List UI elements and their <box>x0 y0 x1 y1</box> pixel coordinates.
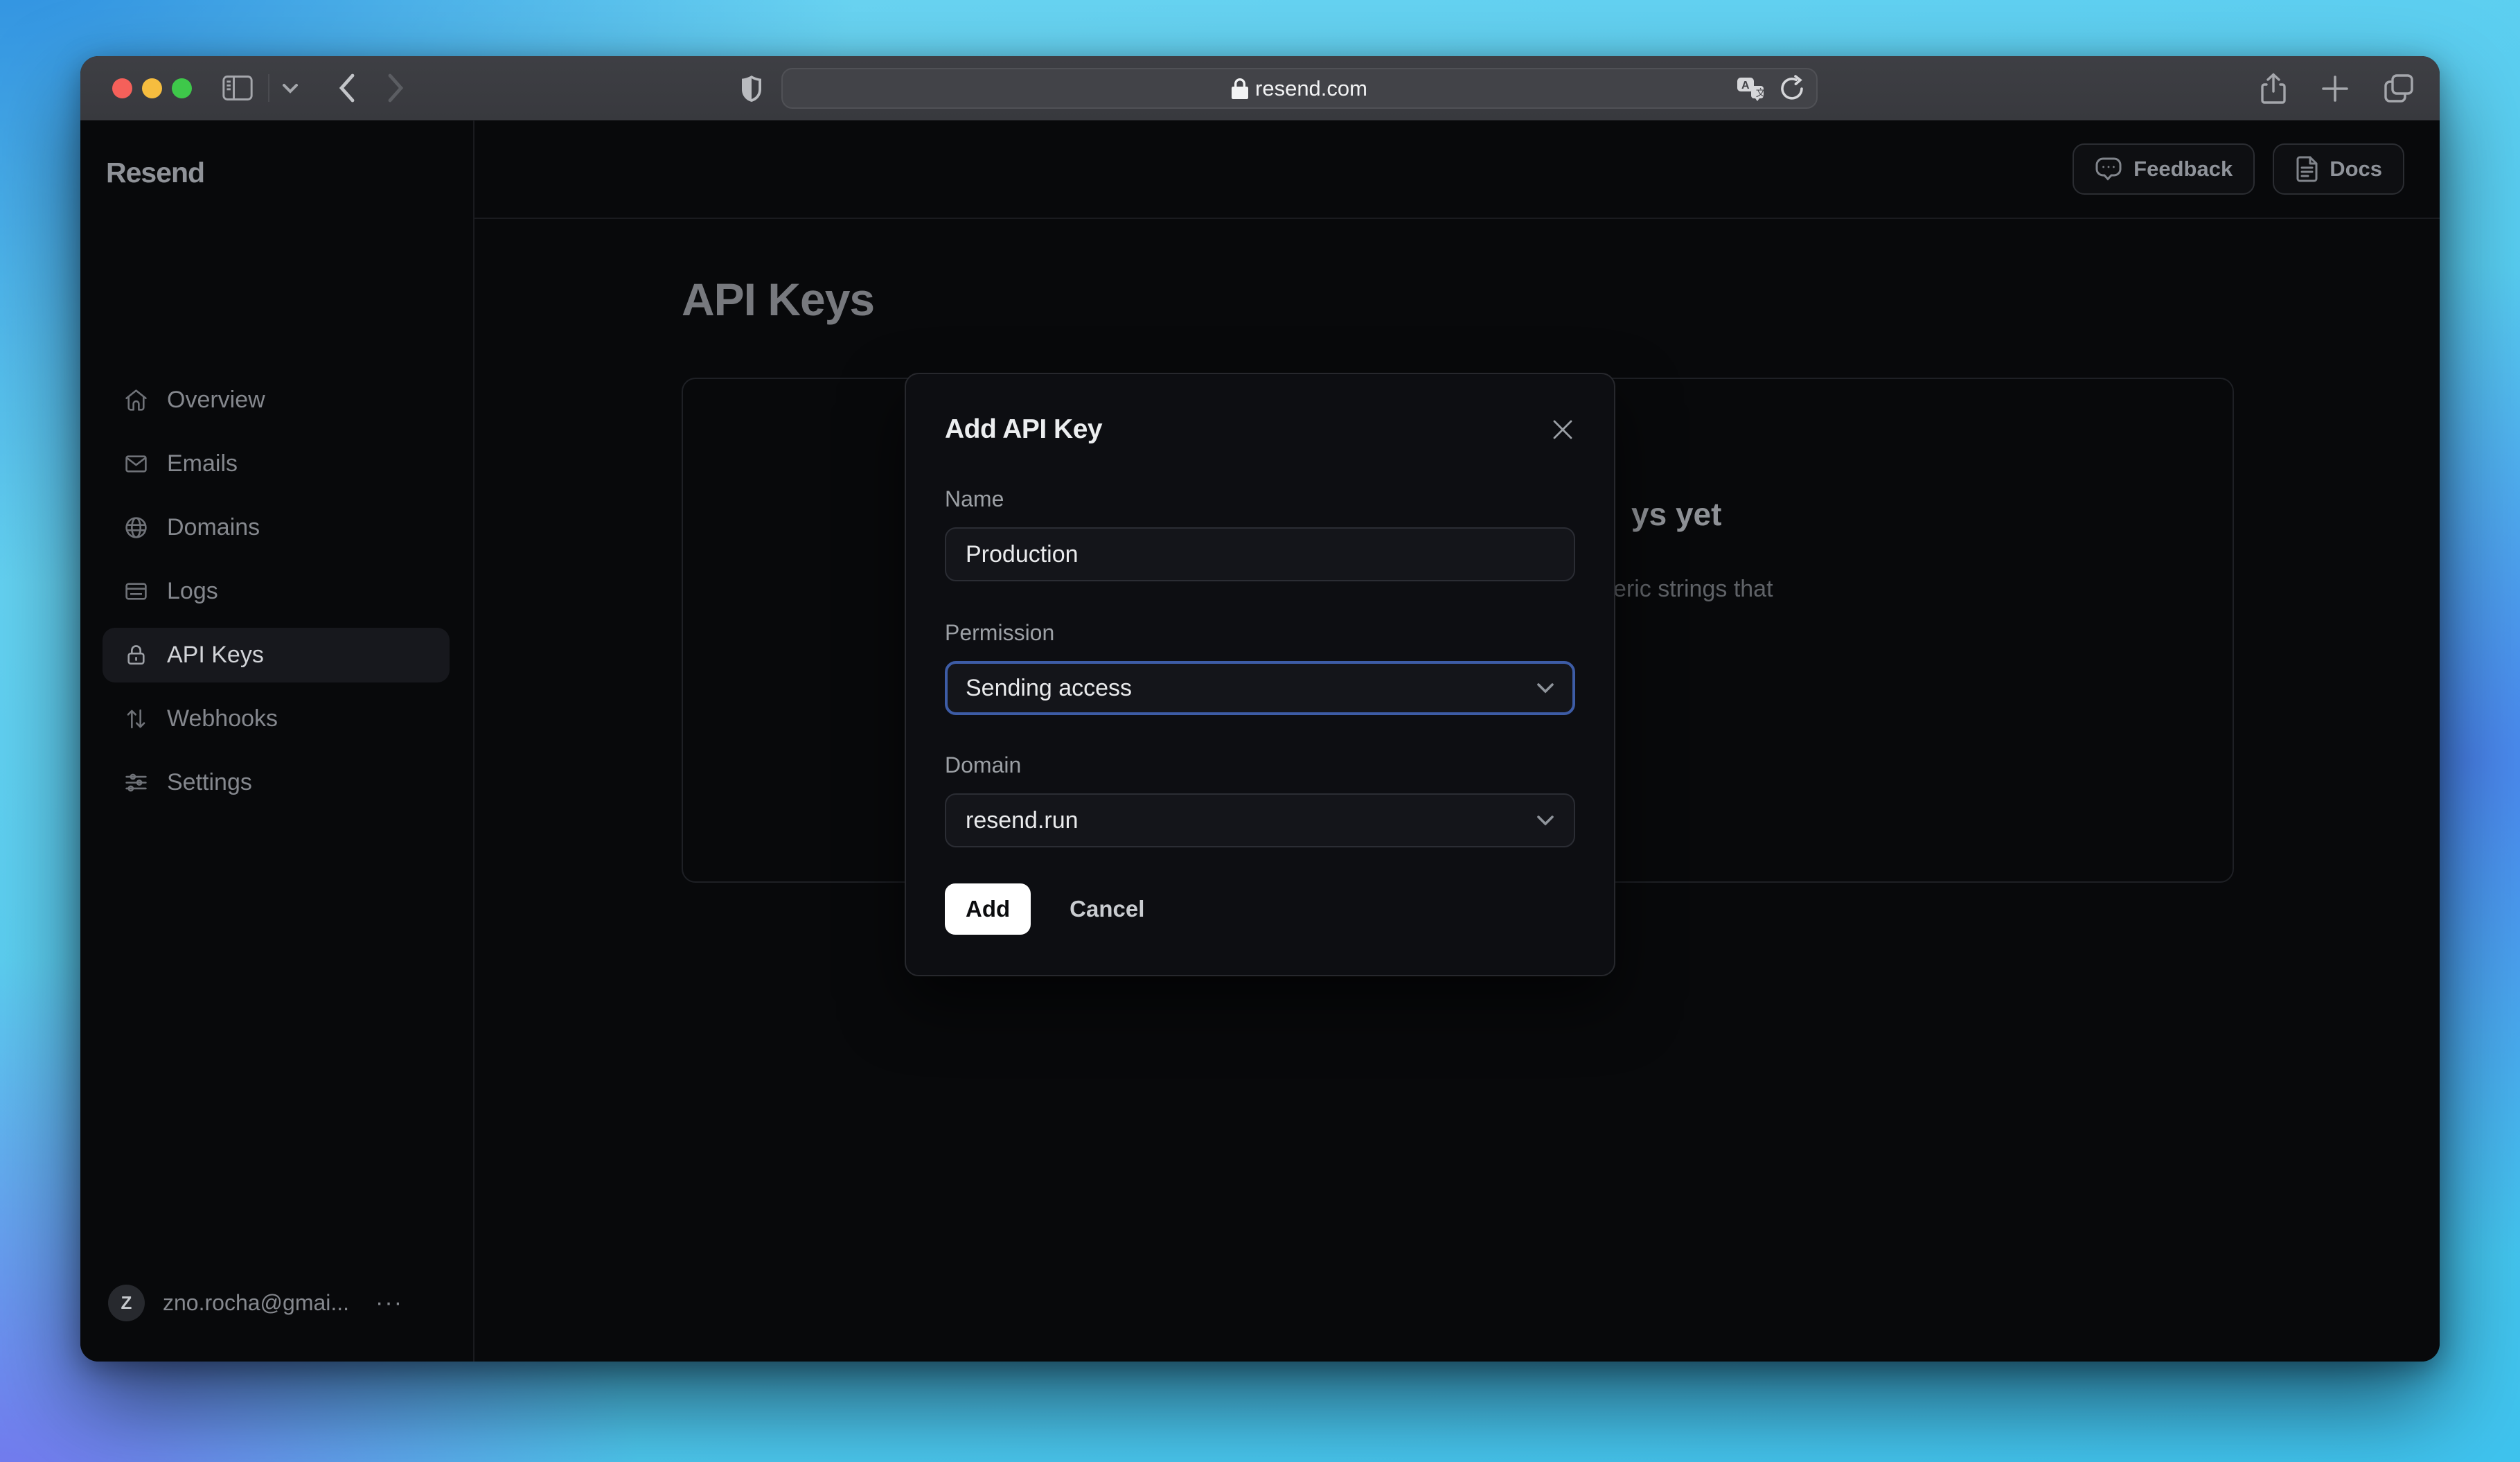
share-icon[interactable] <box>2260 72 2287 105</box>
sidebar: Resend Overview Emails Domains Logs API … <box>80 121 474 1362</box>
app-header: Feedback Docs <box>474 121 2440 219</box>
resend-logo: Resend <box>106 157 205 188</box>
url-lock-icon <box>1232 78 1249 99</box>
user-menu-ellipsis-icon[interactable]: ··· <box>375 1289 403 1316</box>
arrows-icon <box>123 706 149 732</box>
cancel-button[interactable]: Cancel <box>1070 896 1144 922</box>
sidebar-item-emails[interactable]: Emails <box>103 437 450 491</box>
feedback-button[interactable]: Feedback <box>2073 143 2255 195</box>
sidebar-item-logs[interactable]: Logs <box>103 564 450 619</box>
domain-label: Domain <box>945 752 1022 777</box>
permission-value: Sending access <box>966 674 1133 701</box>
chevron-down-icon <box>1536 682 1554 694</box>
toolbar-separator <box>268 74 269 102</box>
tab-overview-icon[interactable] <box>2383 73 2415 104</box>
docs-icon <box>2295 156 2318 182</box>
svg-text:A: A <box>1741 80 1750 91</box>
domain-select[interactable]: resend.run <box>945 793 1575 847</box>
docs-label: Docs <box>2330 157 2382 181</box>
feedback-bubble-icon <box>2095 157 2122 182</box>
mail-icon <box>123 451 149 477</box>
back-icon[interactable] <box>337 73 355 103</box>
docs-button[interactable]: Docs <box>2273 143 2404 195</box>
sliders-icon <box>123 770 149 795</box>
svg-text:文: 文 <box>1756 87 1765 98</box>
sidebar-item-label: API Keys <box>167 642 264 668</box>
close-window-button[interactable] <box>112 78 132 98</box>
sidebar-toggle-icon[interactable] <box>222 75 253 101</box>
permission-select[interactable]: Sending access <box>945 661 1575 715</box>
sidebar-item-label: Settings <box>167 769 252 795</box>
sidebar-item-label: Emails <box>167 450 238 477</box>
lock-icon <box>123 642 149 668</box>
empty-state-heading-fragment: ys yet <box>1631 496 1722 532</box>
sidebar-item-domains[interactable]: Domains <box>103 500 450 555</box>
reload-icon[interactable] <box>1780 74 1805 103</box>
sidebar-item-api-keys[interactable]: API Keys <box>103 628 450 682</box>
permission-label: Permission <box>945 620 1055 645</box>
browser-titlebar: resend.com A 文 <box>80 56 2440 121</box>
user-account[interactable]: Z zno.rocha@gmai... ··· <box>108 1285 403 1321</box>
add-api-key-modal: Add API Key Name Permission Sending acce… <box>905 373 1615 976</box>
sidebar-item-overview[interactable]: Overview <box>103 373 450 428</box>
modal-title: Add API Key <box>945 414 1103 444</box>
user-email: zno.rocha@gmai... <box>163 1290 350 1315</box>
page-title: API Keys <box>682 274 875 325</box>
sidebar-item-webhooks[interactable]: Webhooks <box>103 692 450 746</box>
home-icon <box>123 387 149 413</box>
name-input[interactable] <box>945 527 1575 581</box>
zoom-window-button[interactable] <box>172 78 192 98</box>
domain-value: resend.run <box>966 807 1079 834</box>
sidebar-item-settings[interactable]: Settings <box>103 755 450 810</box>
window-controls <box>80 78 192 98</box>
minimize-window-button[interactable] <box>142 78 162 98</box>
close-icon[interactable] <box>1550 417 1575 442</box>
avatar: Z <box>108 1285 145 1321</box>
add-button[interactable]: Add <box>945 883 1031 935</box>
name-label: Name <box>945 486 1004 511</box>
url-text: resend.com <box>1255 76 1367 100</box>
sidebar-nav: Overview Emails Domains Logs API Keys We… <box>103 373 450 810</box>
logs-icon <box>123 579 149 604</box>
translate-icon[interactable]: A 文 <box>1736 76 1765 101</box>
chevron-down-icon <box>1536 814 1554 827</box>
sidebar-item-label: Webhooks <box>167 705 278 732</box>
globe-icon <box>123 515 149 540</box>
empty-state-body-fragment: eric strings that <box>1613 576 1773 602</box>
sidebar-item-label: Overview <box>167 387 265 413</box>
desktop-background: resend.com A 文 Resend Overview Emails Do… <box>0 0 2520 1462</box>
privacy-shield-icon[interactable] <box>740 74 763 103</box>
forward-icon[interactable] <box>387 73 405 103</box>
browser-window: resend.com A 文 Resend Overview Emails Do… <box>80 56 2440 1362</box>
address-bar[interactable]: resend.com A 文 <box>742 68 1818 109</box>
new-tab-icon[interactable] <box>2321 74 2350 103</box>
feedback-label: Feedback <box>2133 157 2233 181</box>
sidebar-item-label: Domains <box>167 514 260 540</box>
chevron-down-icon[interactable] <box>282 82 299 94</box>
sidebar-item-label: Logs <box>167 578 218 604</box>
